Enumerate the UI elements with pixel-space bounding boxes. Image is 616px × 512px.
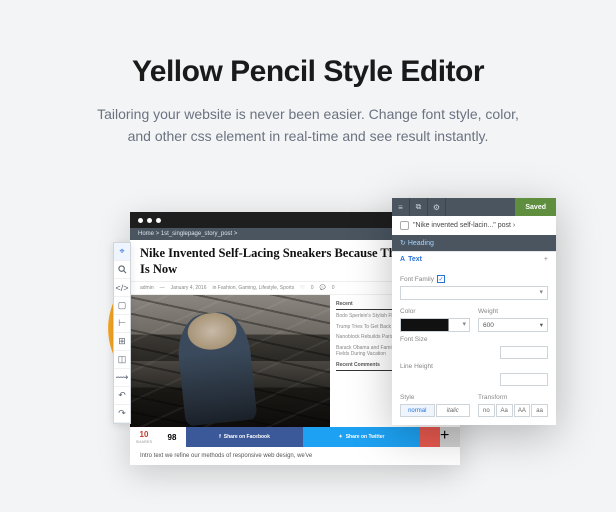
share-bar: 10SHARES 98 fShare on Facebook ✦Share on… [130, 427, 460, 447]
transform-none-button[interactable]: no [478, 404, 495, 417]
transform-upper-button[interactable]: AA [514, 404, 531, 417]
settings-icon[interactable]: ⚙ [428, 198, 446, 216]
font-size-input[interactable] [500, 346, 548, 359]
color-picker[interactable] [400, 318, 470, 332]
section-text[interactable]: AText+ [392, 251, 556, 267]
line-height-input[interactable] [500, 373, 548, 386]
undo-tool-icon[interactable]: ↶ [114, 387, 130, 405]
element-heading[interactable]: ↻ Heading [392, 235, 556, 251]
window-dot-icon [147, 218, 152, 223]
facebook-icon: f [219, 434, 221, 440]
redo-tool-icon[interactable]: ↷ [114, 405, 130, 423]
share-twitter-button[interactable]: ✦Share on Twitter [303, 427, 420, 447]
search-tool-icon[interactable] [114, 261, 130, 279]
style-italic-button[interactable]: italic [436, 404, 471, 417]
wireframe-tool-icon[interactable]: ◫ [114, 351, 130, 369]
style-normal-button[interactable]: normal [400, 404, 435, 417]
window-dot-icon [156, 218, 161, 223]
meta-comments: 0 [332, 285, 335, 291]
layers-icon[interactable]: ⧉ [410, 198, 428, 216]
share-facebook-button[interactable]: fShare on Facebook [186, 427, 303, 447]
meta-author: admin [140, 285, 154, 291]
check-icon[interactable]: ✓ [437, 275, 445, 283]
code-tool-icon[interactable]: </> [114, 279, 130, 297]
hero-title: Yellow Pencil Style Editor [0, 0, 616, 89]
animation-tool-icon[interactable]: ⟿ [114, 369, 130, 387]
share-more-button[interactable] [420, 427, 440, 447]
transform-label: Transform [478, 394, 548, 401]
editor-toolbar: ⌖ </> ▢ ⊢ ⊞ ◫ ⟿ ↶ ↷ [113, 242, 131, 424]
line-height-label: Line Height [400, 363, 548, 370]
article-image [130, 295, 330, 427]
meta-likes: 0 [311, 285, 314, 291]
responsive-tool-icon[interactable]: ▢ [114, 297, 130, 315]
share-total: 10SHARES [130, 427, 158, 447]
hero-subtitle: Tailoring your website is never been eas… [0, 89, 616, 148]
cursor-tool-icon[interactable]: ⌖ [114, 243, 130, 261]
share-extra-button[interactable]: + [440, 427, 460, 447]
weight-select[interactable]: 600▾ [478, 318, 548, 332]
context-selector[interactable]: "Nike invented self-lacin..." post › [392, 216, 556, 235]
share-fb-count: 98 [158, 427, 186, 447]
style-panel: ≡ ⧉ ⚙ Saved "Nike invented self-lacin...… [392, 198, 556, 425]
meta-date: January 4, 2016 [171, 285, 207, 291]
menu-icon[interactable]: ≡ [392, 198, 410, 216]
twitter-icon: ✦ [338, 434, 342, 440]
transform-lower-button[interactable]: aa [531, 404, 548, 417]
transform-cap-button[interactable]: Aa [496, 404, 513, 417]
color-label: Color [400, 308, 470, 315]
font-size-label: Font Size [400, 336, 548, 343]
panel-toolbar: ≡ ⧉ ⚙ Saved [392, 198, 556, 216]
font-family-label: Font Family✓ [400, 275, 548, 283]
style-label: Style [400, 394, 470, 401]
window-dot-icon [138, 218, 143, 223]
article-intro: Intro text we refine our methods of resp… [130, 447, 460, 465]
weight-label: Weight [478, 308, 548, 315]
ruler-tool-icon[interactable]: ⊢ [114, 315, 130, 333]
meta-cats: in Fashion, Gaming, Lifestyle, Sports [212, 285, 294, 291]
box-tool-icon[interactable]: ⊞ [114, 333, 130, 351]
font-family-select[interactable] [400, 286, 548, 300]
saved-badge: Saved [515, 198, 556, 216]
